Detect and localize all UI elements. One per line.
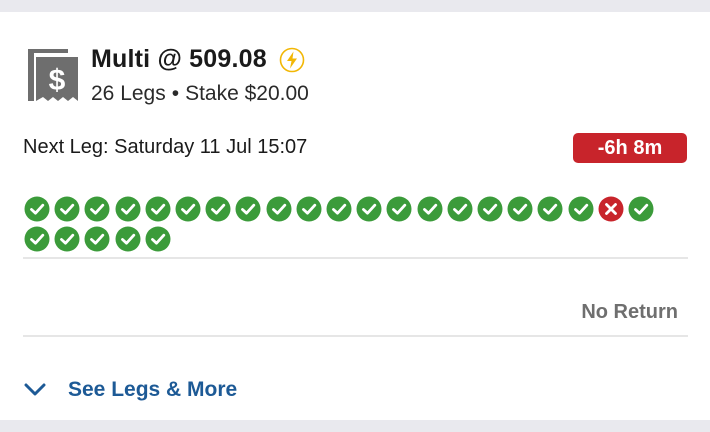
stake-amount: Stake $20.00 [185,82,309,105]
leg-won-icon [386,196,412,222]
bet-card: $ Multi @ 509.08 26 Legs • Stake $20.00 Ne… [0,12,710,420]
legs-count: 26 Legs [91,82,166,105]
ticket-dollar-icon: $ [28,49,78,101]
see-legs-more-label: See Legs & More [68,378,238,401]
leg-won-icon [24,196,50,222]
bet-title-row: Multi @ 509.08 [91,45,305,74]
see-legs-more-button[interactable]: See Legs & More [24,378,237,402]
leg-won-icon [326,196,352,222]
return-status: No Return [581,301,678,323]
summary-separator: • [171,82,180,105]
divider [23,335,688,337]
leg-won-icon [84,226,110,252]
leg-won-icon [507,196,533,222]
leg-won-icon [54,196,80,222]
countdown-badge: -6h 8m [573,133,687,163]
leg-won-icon [356,196,382,222]
leg-won-icon [175,196,201,222]
leg-won-icon [568,196,594,222]
leg-lost-icon [598,196,624,222]
bet-summary: 26 Legs • Stake $20.00 [91,82,309,106]
next-leg-time: Next Leg: Saturday 11 Jul 15:07 [23,136,308,158]
leg-won-icon [628,196,654,222]
leg-won-icon [145,196,171,222]
leg-won-icon [54,226,80,252]
leg-won-icon [24,226,50,252]
leg-won-icon [84,196,110,222]
leg-won-icon [266,196,292,222]
chevron-down-icon [24,383,46,396]
lightning-bolt-icon [279,47,305,72]
divider [23,257,688,259]
leg-won-icon [296,196,322,222]
leg-won-icon [115,196,141,222]
leg-won-icon [235,196,261,222]
leg-won-icon [537,196,563,222]
bet-title: Multi @ 509.08 [91,45,267,73]
svg-text:$: $ [49,64,66,97]
leg-won-icon [447,196,473,222]
leg-won-icon [115,226,141,252]
leg-won-icon [205,196,231,222]
leg-won-icon [477,196,503,222]
leg-won-icon [417,196,443,222]
leg-won-icon [145,226,171,252]
